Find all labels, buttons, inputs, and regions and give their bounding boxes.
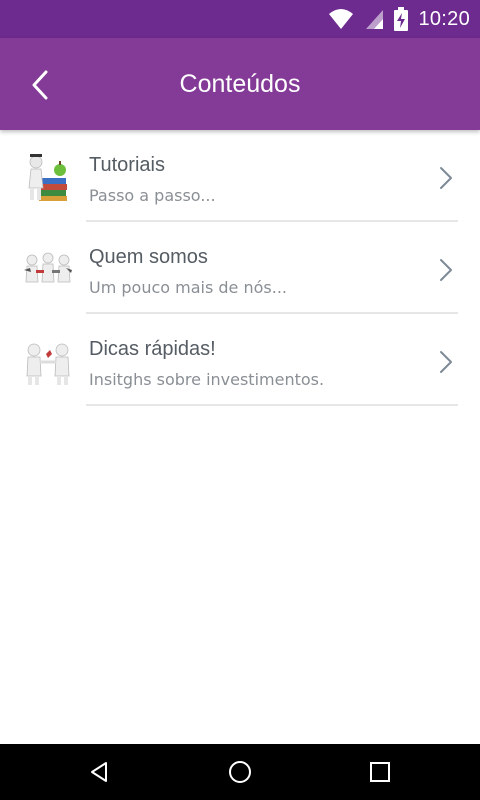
handshake-figures-icon: [26, 343, 70, 385]
content-list: Tutoriais Passo a passo... Quem somos Um…: [0, 130, 480, 406]
list-item-subtitle: Passo a passo...: [89, 186, 216, 205]
list-item-dicas-rapidas[interactable]: Dicas rápidas! Insitghs sobre investimen…: [0, 314, 480, 406]
status-bar: 10:20: [0, 0, 480, 38]
status-icons: 10:20: [328, 0, 470, 38]
wifi-icon: [329, 9, 354, 29]
list-item-text: Tutoriais Passo a passo...: [89, 152, 216, 206]
team-figures-icon: [24, 252, 72, 283]
chevron-right-icon: [440, 259, 452, 281]
list-item-title: Tutoriais: [89, 154, 165, 176]
list-item-subtitle: Insitghs sobre investimentos.: [89, 370, 325, 389]
list-item-subtitle: Um pouco mais de nós...: [89, 278, 288, 297]
list-item-quem-somos[interactable]: Quem somos Um pouco mais de nós...: [0, 222, 480, 314]
list-item-title: Quem somos: [89, 246, 208, 268]
list-item-title: Dicas rápidas!: [89, 338, 216, 360]
chevron-right-icon: [440, 167, 452, 189]
chevron-right-icon: [440, 351, 452, 373]
app-bar: Conteúdos: [0, 38, 480, 130]
list-item-text: Quem somos Um pouco mais de nós...: [89, 244, 287, 298]
triangle-back-icon: [91, 762, 107, 782]
status-time: 10:20: [418, 7, 470, 30]
battery-charging-icon: [394, 7, 409, 31]
page-title: Conteúdos: [179, 70, 301, 98]
graduate-books-icon: [28, 154, 67, 201]
square-recents-icon: [370, 762, 390, 782]
nav-recents-button[interactable]: [364, 756, 396, 788]
signal-icon: [366, 10, 384, 29]
list-item-tutoriais[interactable]: Tutoriais Passo a passo...: [0, 130, 480, 222]
list-item-text: Dicas rápidas! Insitghs sobre investimen…: [89, 336, 324, 390]
nav-home-button[interactable]: [224, 756, 256, 788]
circle-home-icon: [229, 761, 251, 783]
nav-back-button[interactable]: [83, 756, 115, 788]
navigation-bar: [0, 744, 480, 800]
divider: [86, 404, 458, 406]
